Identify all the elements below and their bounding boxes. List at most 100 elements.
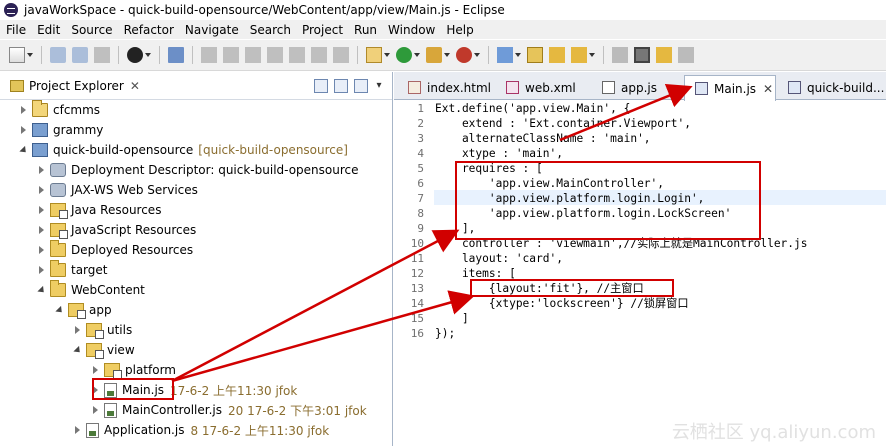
menu-file[interactable]: File xyxy=(0,23,31,37)
debug-dropdown-icon[interactable] xyxy=(384,47,391,63)
tab-app-js[interactable]: app.js xyxy=(592,75,657,100)
menu-run[interactable]: Run xyxy=(348,23,382,37)
tab-quick-build[interactable]: quick-build... xyxy=(778,75,884,100)
chevron-down-icon[interactable]: ▾ xyxy=(374,79,384,93)
annotation-icon[interactable] xyxy=(656,47,672,63)
toggle-mark-occurrences-icon[interactable] xyxy=(612,47,628,63)
resume-icon[interactable] xyxy=(201,47,217,63)
coverage-icon[interactable] xyxy=(426,47,442,63)
line-number: 1 xyxy=(417,102,424,115)
tree-item[interactable]: cfcmms xyxy=(18,100,100,120)
new-dropdown-icon[interactable] xyxy=(27,47,34,63)
code-editor[interactable]: 1 2 3 4 5 6 7 8 9 10 11 12 13 14 15 16 E… xyxy=(394,101,886,446)
tree-item[interactable]: utils xyxy=(72,320,132,340)
tab-web-xml[interactable]: web.xml xyxy=(496,75,576,100)
search-dropdown-icon[interactable] xyxy=(589,47,596,63)
external-tools-icon[interactable] xyxy=(456,47,472,63)
new-icon[interactable] xyxy=(9,47,25,63)
project-explorer-title[interactable]: Project Explorer xyxy=(29,79,124,93)
debug-icon[interactable] xyxy=(366,47,382,63)
menu-refactor[interactable]: Refactor xyxy=(118,23,179,37)
step-into-icon[interactable] xyxy=(289,47,305,63)
new-server-icon[interactable] xyxy=(497,47,513,63)
tree-item[interactable]: target xyxy=(36,260,108,280)
tab-label: web.xml xyxy=(525,80,576,95)
expand-icon[interactable] xyxy=(72,420,84,440)
expand-icon[interactable] xyxy=(36,180,48,200)
tree-item[interactable]: grammy xyxy=(18,120,103,140)
menu-window[interactable]: Window xyxy=(382,23,440,37)
expand-icon[interactable] xyxy=(18,100,30,120)
menu-navigate[interactable]: Navigate xyxy=(179,23,244,37)
close-icon[interactable]: ✕ xyxy=(130,79,140,93)
tab-index-html[interactable]: index.html xyxy=(398,75,491,100)
tree-item[interactable]: app xyxy=(54,300,112,320)
tree-item[interactable]: view xyxy=(72,340,135,360)
line-number: 8 xyxy=(417,207,424,220)
expand-icon[interactable] xyxy=(36,220,48,240)
collapse-icon[interactable] xyxy=(72,340,84,360)
server-dropdown-icon[interactable] xyxy=(515,47,522,63)
js-file-icon xyxy=(86,422,99,438)
external-tools-dropdown-icon[interactable] xyxy=(474,47,481,63)
toggle-edit-mode-icon[interactable] xyxy=(634,47,650,63)
terminate-icon[interactable] xyxy=(245,47,261,63)
toolbar-separator xyxy=(159,46,160,64)
tree-item[interactable]: JAX-WS Web Services xyxy=(36,180,198,200)
expand-icon[interactable] xyxy=(18,120,30,140)
save-all-icon[interactable] xyxy=(72,47,88,63)
open-type-icon[interactable] xyxy=(527,47,543,63)
line-number: 10 xyxy=(410,237,424,250)
perspective-dropdown-icon[interactable] xyxy=(145,47,152,63)
link-with-editor-icon[interactable] xyxy=(334,79,348,93)
expand-icon[interactable] xyxy=(90,400,102,420)
tree-item-label: MainController.js xyxy=(122,403,222,417)
open-task-icon[interactable] xyxy=(549,47,565,63)
tree-item[interactable]: JavaScript Resources xyxy=(36,220,196,240)
suspend-icon[interactable] xyxy=(223,47,239,63)
menu-project[interactable]: Project xyxy=(296,23,348,37)
expand-icon[interactable] xyxy=(36,240,48,260)
expand-icon[interactable] xyxy=(72,320,84,340)
next-annotation-icon[interactable] xyxy=(678,47,694,63)
disconnect-icon[interactable] xyxy=(267,47,283,63)
tree-item[interactable]: Java Resources xyxy=(36,200,161,220)
collapse-all-icon[interactable] xyxy=(314,79,328,93)
console-icon[interactable] xyxy=(168,47,184,63)
tree-item[interactable]: Deployment Descriptor: quick-build-opens… xyxy=(36,160,359,180)
tree-item[interactable]: WebContent xyxy=(36,280,145,300)
close-icon[interactable]: ✕ xyxy=(763,82,773,96)
expand-icon[interactable] xyxy=(36,260,48,280)
expand-icon[interactable] xyxy=(90,360,102,380)
coverage-dropdown-icon[interactable] xyxy=(444,47,451,63)
debug-perspective-icon[interactable] xyxy=(127,47,143,63)
main-toolbar xyxy=(0,40,886,71)
menu-source[interactable]: Source xyxy=(65,23,117,37)
tab-main-js[interactable]: Main.js ✕ xyxy=(684,75,776,101)
menu-help[interactable]: Help xyxy=(440,23,478,37)
search-icon[interactable] xyxy=(571,47,587,63)
expand-icon[interactable] xyxy=(36,160,48,180)
tree-item[interactable]: Deployed Resources xyxy=(36,240,193,260)
run-dropdown-icon[interactable] xyxy=(414,47,421,63)
collapse-icon[interactable] xyxy=(36,280,48,300)
menu-edit[interactable]: Edit xyxy=(31,23,65,37)
save-icon[interactable] xyxy=(50,47,66,63)
collapse-icon[interactable] xyxy=(54,300,66,320)
view-menu-icon[interactable] xyxy=(354,79,368,93)
menu-search[interactable]: Search xyxy=(244,23,296,37)
toolbar-separator xyxy=(118,46,119,64)
tree-item[interactable]: quick-build-opensource [quick-build-open… xyxy=(18,140,348,160)
expand-icon[interactable] xyxy=(36,200,48,220)
step-return-icon[interactable] xyxy=(333,47,349,63)
print-icon[interactable] xyxy=(94,47,110,63)
tree-item[interactable]: MainController.js 20 17-6-2 下午3:01 jfok xyxy=(90,400,367,420)
step-over-icon[interactable] xyxy=(311,47,327,63)
run-icon[interactable] xyxy=(396,47,412,63)
html-file-icon xyxy=(408,81,421,94)
tree-item[interactable]: Application.js 8 17-6-2 上午11:30 jfok xyxy=(72,420,329,440)
tree-item-label: view xyxy=(107,343,135,357)
collapse-icon[interactable] xyxy=(18,140,30,160)
tree-item[interactable]: platform xyxy=(90,360,176,380)
tree-item-label: utils xyxy=(107,323,133,337)
